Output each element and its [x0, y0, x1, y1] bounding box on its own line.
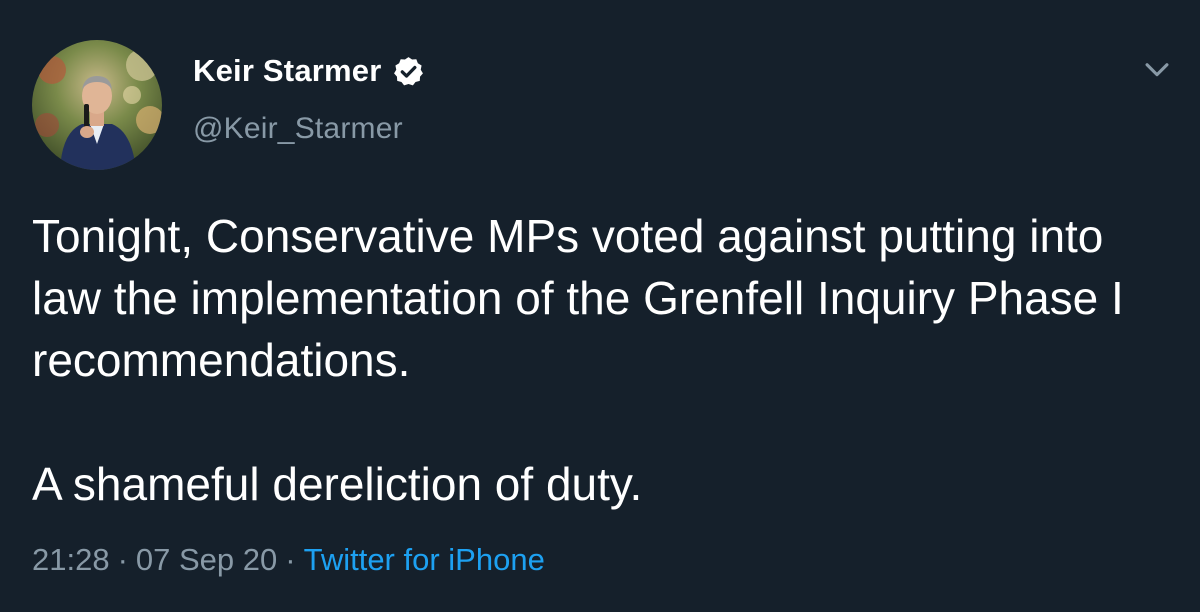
tweet-author[interactable]: Keir Starmer @Keir_Starmer — [193, 46, 425, 146]
tweet-paragraph: A shameful dereliction of duty. — [32, 458, 643, 510]
tweet-date[interactable]: 07 Sep 20 — [136, 542, 277, 577]
author-display-name[interactable]: Keir Starmer — [193, 53, 382, 89]
author-handle[interactable]: @Keir_Starmer — [193, 112, 425, 146]
verified-badge-icon — [392, 55, 425, 88]
tweet-source-link[interactable]: Twitter for iPhone — [304, 542, 545, 577]
tweet-paragraph: Tonight, Conservative MPs voted against … — [32, 210, 1124, 386]
tweet-card: Keir Starmer @Keir_Starmer Tonight, Cons… — [0, 0, 1200, 612]
meta-separator: · — [285, 542, 296, 577]
tweet-time[interactable]: 21:28 — [32, 542, 110, 577]
author-name-row: Keir Starmer — [193, 46, 425, 96]
avatar[interactable] — [32, 40, 162, 170]
tweet-meta: 21:28 · 07 Sep 20 · Twitter for iPhone — [32, 542, 545, 578]
tweet-text: Tonight, Conservative MPs voted against … — [32, 205, 1182, 515]
chevron-down-icon[interactable] — [1140, 52, 1174, 86]
avatar-image — [32, 40, 162, 170]
meta-separator: · — [117, 542, 128, 577]
